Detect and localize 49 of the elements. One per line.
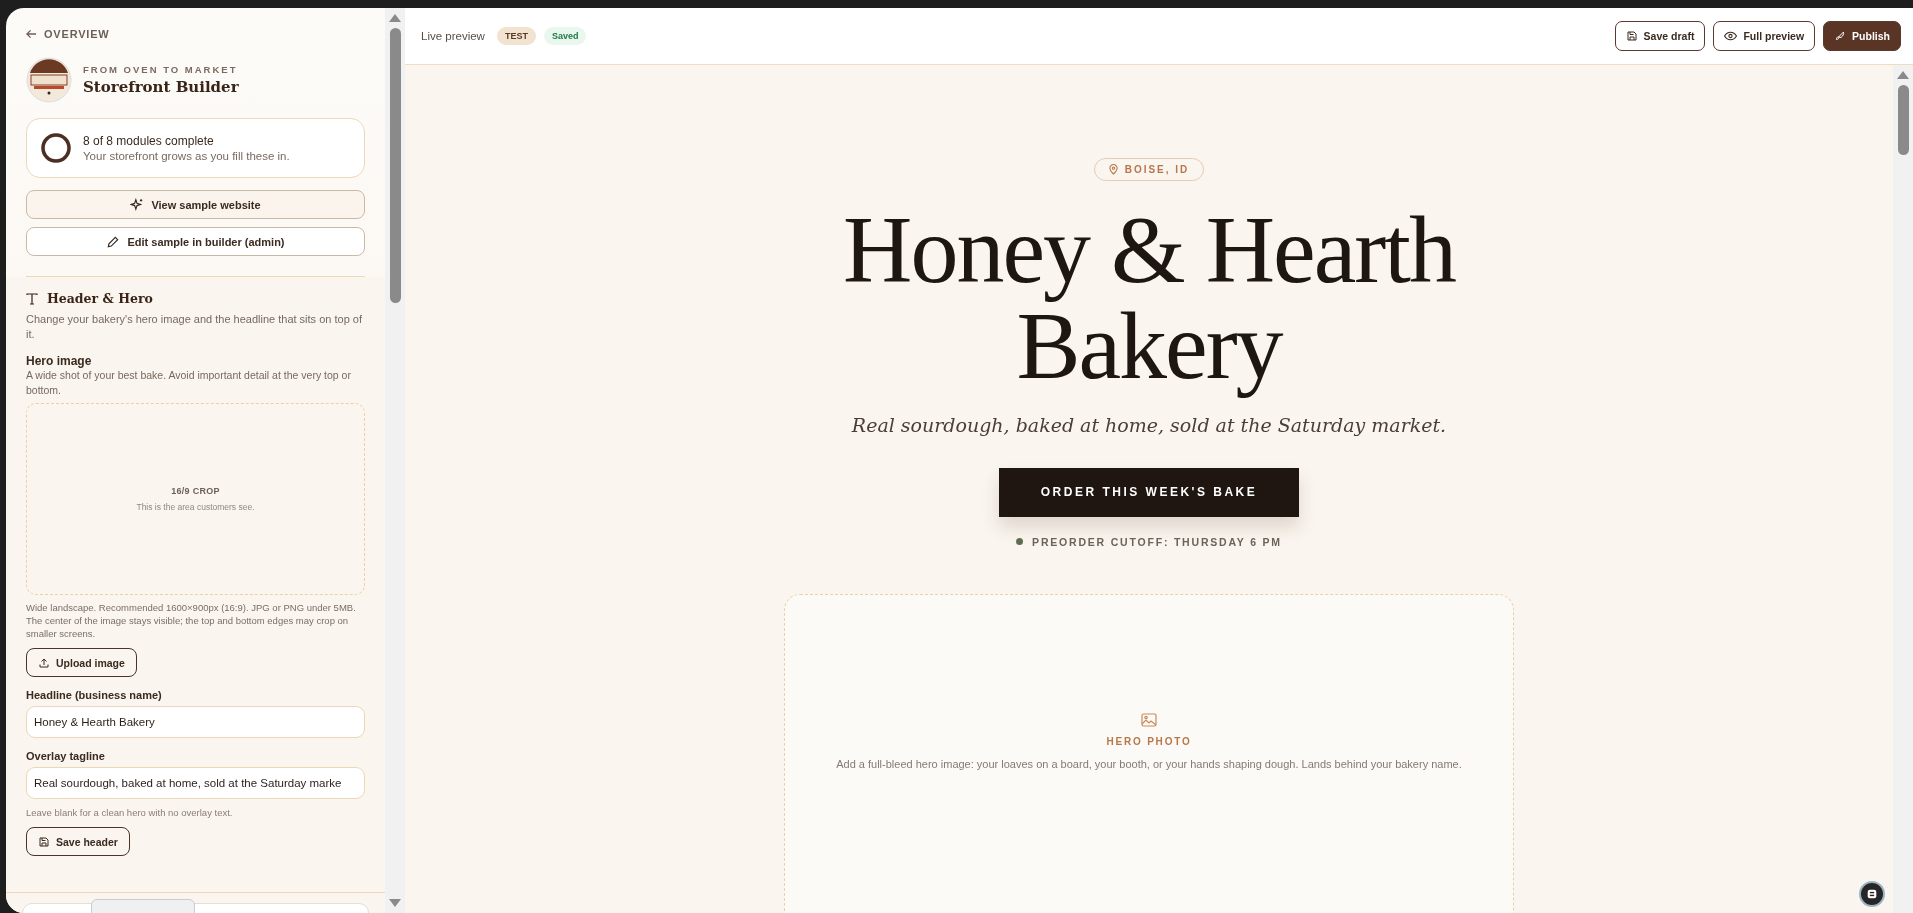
app-title: Storefront Builder	[83, 78, 239, 96]
sparkle-icon	[130, 197, 145, 212]
brand-eyebrow: FROM OVEN TO MARKET	[83, 64, 239, 75]
save-icon	[1625, 30, 1638, 42]
rocket-icon	[1834, 30, 1847, 42]
crop-label: 16/9 CROP	[171, 486, 220, 496]
save-header-button[interactable]: Save header	[26, 827, 130, 856]
full-preview-button[interactable]: Full preview	[1713, 21, 1816, 51]
field-hint: A wide shot of your best bake. Avoid important detail at the very top or bottom.	[26, 368, 352, 398]
upload-button[interactable]: Upload image	[26, 648, 137, 677]
back-link[interactable]: OVERVIEW	[26, 28, 365, 40]
preview-title: Live preview	[421, 30, 485, 42]
app-icon	[1867, 887, 1877, 901]
image-icon	[1141, 712, 1157, 727]
hero-tagline: Real sourdough, baked at home, sold at the Saturday market.	[851, 413, 1447, 436]
cutoff-label: PREORDER CUTOFF: THURSDAY 6 PM	[1032, 535, 1282, 548]
logo	[26, 57, 72, 103]
field-label: Hero image	[26, 354, 93, 368]
floating-action-button[interactable]	[1859, 881, 1885, 907]
location-label: BOISE, ID	[1124, 164, 1190, 175]
edit-sample-button[interactable]: Edit sample in builder (admin)	[26, 227, 365, 256]
upload-icon	[38, 656, 50, 669]
save-draft-button[interactable]: Save draft	[1614, 21, 1706, 51]
crop-note: This is the area customers see.	[136, 502, 255, 512]
section-title: Header & Hero	[47, 291, 153, 306]
back-arrow-icon	[26, 29, 37, 39]
placeholder-title: HERO PHOTO	[1106, 735, 1192, 747]
pencil-icon	[106, 234, 121, 249]
field-label: Headline (business name)	[26, 689, 163, 701]
back-link-label[interactable]: OVERVIEW	[44, 28, 110, 40]
progress-subtitle: Your storefront grows as you fill these in.	[83, 150, 290, 162]
view-sample-button[interactable]: View sample website	[26, 190, 365, 219]
map-pin-icon	[1108, 164, 1118, 175]
section-description: Change your bakery's hero image and the headline that sits on top of it.	[26, 312, 363, 342]
upload-help-text: Wide landscape. Recommended 1600×900px (16:9). JPG or PNG under 5MB. The center of the image stays visible; the top and bottom edges may crop on smaller screens.	[26, 601, 357, 640]
input-field[interactable]: Real sourdough, baked at home, sold at the Saturday marke	[26, 767, 365, 799]
status-dot	[1016, 538, 1024, 546]
environment-badge: TEST	[496, 27, 536, 45]
text-icon	[26, 292, 38, 305]
eye-icon	[1724, 30, 1738, 42]
field-hint: Leave blank for a clean hero with no overlay text.	[26, 807, 234, 818]
save-icon	[38, 835, 50, 848]
placeholder-text: Add a full-bleed hero image: your loaves on a board, your booth, or your hands shaping dough. Lands behind your bakery name.	[835, 756, 1463, 772]
publish-button[interactable]: Publish	[1823, 21, 1901, 51]
input-field[interactable]: Honey & Hearth Bakery	[26, 706, 365, 738]
field-label: Overlay tagline	[26, 750, 106, 762]
progress-title: 8 of 8 modules complete	[83, 134, 215, 148]
status-badge: Saved	[543, 27, 587, 45]
order-button[interactable]: ORDER THIS WEEK'S BAKE	[999, 467, 1299, 517]
